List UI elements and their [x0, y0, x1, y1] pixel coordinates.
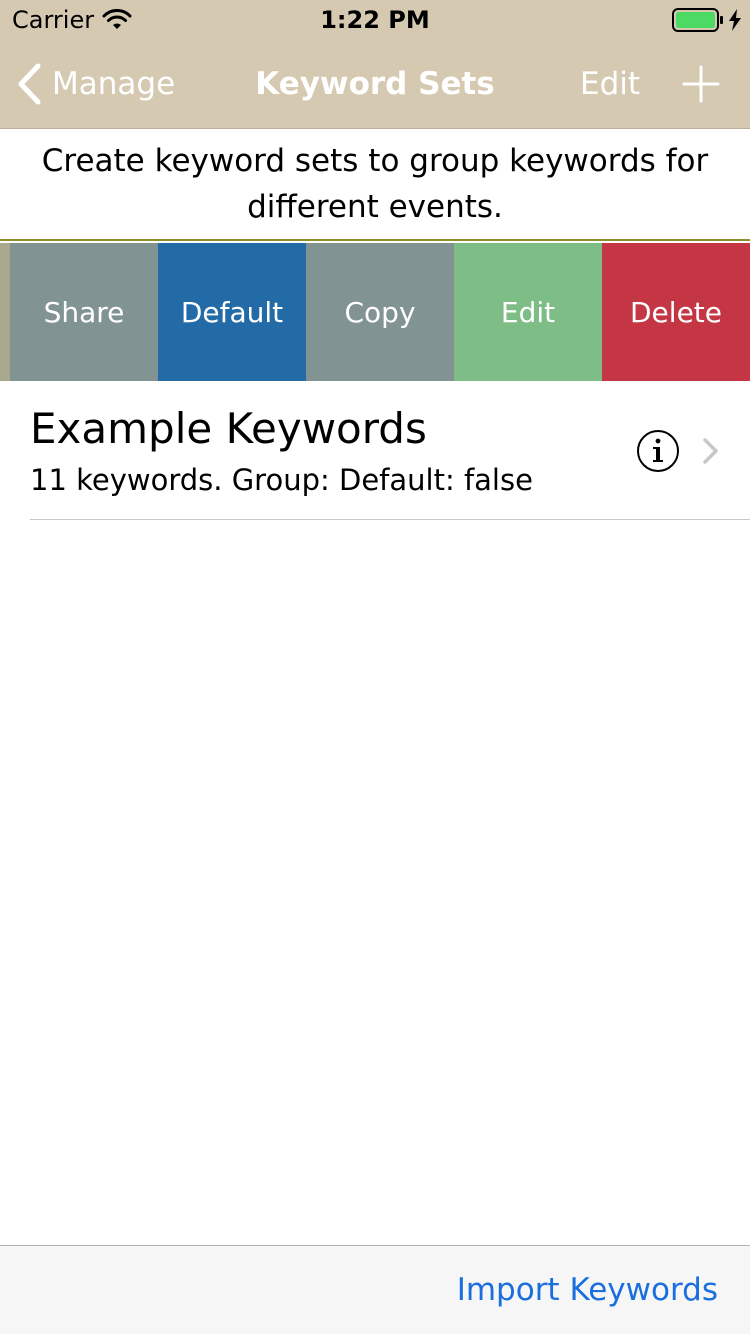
chevron-left-icon [18, 63, 41, 105]
battery [672, 8, 742, 32]
status-time: 1:22 PM [320, 6, 430, 34]
default-button[interactable]: Default [158, 243, 306, 381]
info-button[interactable] [636, 429, 680, 473]
info-icon [637, 430, 679, 472]
delete-button[interactable]: Delete [602, 243, 750, 381]
divider [30, 519, 750, 520]
item-title: Example Keywords [30, 404, 427, 453]
description-text: Create keyword sets to group keywords fo… [41, 143, 709, 225]
chevron-right-icon [703, 438, 718, 464]
header: Carrier 1:22 PM Manage Keyword Sets Edit [0, 0, 750, 129]
description-banner: Create keyword sets to group keywords fo… [0, 129, 750, 241]
bottom-toolbar: Import Keywords [0, 1245, 750, 1334]
status-bar: Carrier 1:22 PM [0, 0, 750, 40]
import-keywords-button[interactable]: Import Keywords [457, 1268, 718, 1312]
swipe-actions: Share Default Copy Edit Delete [0, 243, 750, 381]
edit-action-button[interactable]: Edit [454, 243, 602, 381]
screen: Carrier 1:22 PM Manage Keyword Sets Edit… [0, 0, 750, 1334]
back-label: Manage [52, 66, 176, 102]
battery-icon [672, 8, 723, 32]
nav-bar: Manage Keyword Sets Edit [0, 40, 750, 128]
charging-bolt-icon [729, 9, 741, 31]
list-item[interactable]: Example Keywords 11 keywords. Group: Def… [0, 381, 750, 519]
share-button[interactable]: Share [10, 243, 158, 381]
page-title: Keyword Sets [255, 66, 495, 102]
plus-icon [682, 65, 720, 103]
edit-button[interactable]: Edit [580, 62, 640, 106]
add-button[interactable] [680, 62, 722, 106]
copy-button[interactable]: Copy [306, 243, 454, 381]
cell-edge [0, 243, 10, 381]
item-subtitle: 11 keywords. Group: Default: false [30, 463, 533, 497]
back-button[interactable]: Manage [16, 62, 175, 106]
